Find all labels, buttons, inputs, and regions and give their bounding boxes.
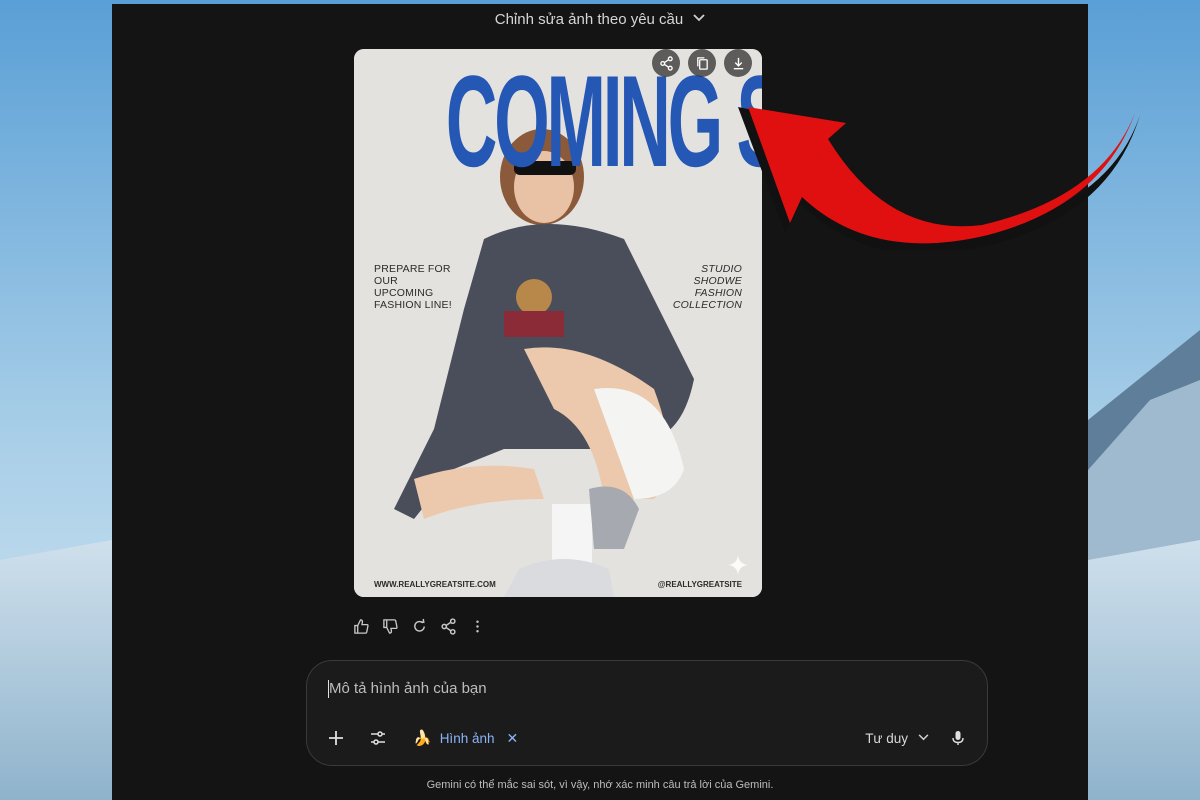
plus-icon [329,731,343,745]
red-arrow-annotation [738,107,1140,250]
microphone-icon [952,731,964,745]
poster-right-line: STUDIO [701,263,742,275]
conversation-title-dropdown[interactable]: Chỉnh sửa ảnh theo yêu cầu [495,11,706,28]
conversation-title: Chỉnh sửa ảnh theo yêu cầu [494,10,684,28]
download-image-button[interactable] [724,49,752,77]
banana-icon: 🍌 [413,730,432,747]
add-button[interactable] [325,727,347,749]
image-action-bar [652,49,752,77]
tune-icon [371,731,385,745]
chevron-down-icon [693,11,705,25]
poster-right-line: COLLECTION [672,299,742,311]
microphone-button[interactable] [947,727,969,749]
poster-footer-url: WWW.REALLYGREATSITE.COM [374,580,496,589]
disclaimer: Gemini có thể mắc sai sót, vì vậy, nhớ x… [426,779,774,791]
share-image-button[interactable] [652,49,680,77]
regenerate-button[interactable] [410,617,429,636]
response-actions [352,617,487,636]
mode-label: Tư duy [865,730,908,746]
text-cursor [328,680,329,698]
right-tools: Tư duy [865,727,969,749]
poster-left-line: FASHION LINE! [374,299,452,311]
poster-right-line: SHODWE [693,275,742,287]
download-icon [733,57,743,69]
poster-left-text: PREPARE FOR OUR UPCOMING FASHION LINE! [374,263,464,311]
sparkle-icon [728,555,748,575]
thumbs-down-icon [383,619,398,634]
more-icon [476,620,479,633]
image-tool-label: Hình ảnh [439,730,495,746]
redo-icon [414,618,425,632]
mode-selector[interactable]: Tư duy [865,731,929,746]
poster-right-line: FASHION [694,287,742,299]
generated-image[interactable]: COMING SOON PREPARE FOR OUR UPCOMING FAS… [354,49,762,597]
copy-icon [696,56,708,70]
poster-left-line: OUR [374,275,398,287]
tool-row: 🍌 Hình ảnh ✕ [325,727,518,749]
prompt-box: 🍌 Hình ảnh ✕ Tư duy [306,660,988,766]
poster-left-line: PREPARE FOR [374,263,451,275]
thumbs-up-button[interactable] [352,617,371,636]
poster-footer-handle: @REALLYGREATSITE [657,580,742,589]
more-options-button[interactable] [468,617,487,636]
chevron-down-icon [918,732,929,744]
poster-right-text: STUDIO SHODWE FASHION COLLECTION [652,263,742,311]
prompt-input[interactable] [327,679,931,698]
share-icon [659,55,673,71]
share-icon [441,618,456,635]
header: Chỉnh sửa ảnh theo yêu cầu [112,4,1088,34]
thumbs-up-icon [354,619,369,634]
tools-button[interactable] [367,727,389,749]
share-response-button[interactable] [439,617,458,636]
image-tool-chip[interactable]: 🍌 Hình ảnh ✕ [413,729,518,748]
poster-headline: COMING SOON [445,49,762,194]
thumbs-down-button[interactable] [381,617,400,636]
copy-image-button[interactable] [688,49,716,77]
close-icon[interactable]: ✕ [506,730,518,747]
poster-left-line: UPCOMING [374,287,434,299]
